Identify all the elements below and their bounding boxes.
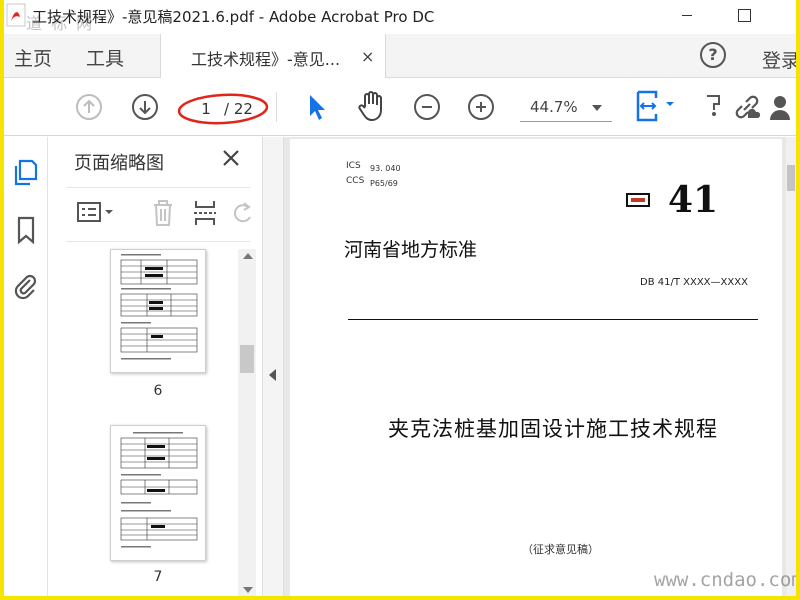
zoom-in-button[interactable] xyxy=(468,94,494,120)
window-title: 工技术规程》-意见稿2021.6.pdf - Adobe Acrobat Pro… xyxy=(32,8,435,26)
arrow-up-circle-icon xyxy=(83,99,95,113)
document-view: ICS 93. 040 CCS P65/69 41 河南省地方标准 DB 41/… xyxy=(284,137,796,596)
zoom-dropdown[interactable]: 44.7% xyxy=(520,94,612,122)
paperclip-icon[interactable] xyxy=(12,271,40,301)
ccs-label: CCS xyxy=(346,176,365,186)
horizontal-rule xyxy=(348,319,758,320)
scrollbar-thumb[interactable] xyxy=(240,345,254,373)
scroll-up-icon[interactable] xyxy=(243,253,253,259)
fit-page-icon[interactable] xyxy=(634,90,680,122)
plus-circle-icon xyxy=(476,102,486,112)
help-button[interactable]: ? xyxy=(700,42,726,68)
minimize-button[interactable] xyxy=(666,2,706,28)
standard-org: 河南省地方标准 xyxy=(344,239,478,261)
close-tab-icon[interactable]: × xyxy=(361,47,374,66)
user-icon[interactable] xyxy=(768,92,796,122)
minus-circle-icon xyxy=(422,106,432,108)
panel-title: 页面缩略图 xyxy=(74,153,164,174)
stamp-icon[interactable] xyxy=(704,92,724,122)
scroll-down-icon[interactable] xyxy=(243,587,253,593)
next-page-button[interactable] xyxy=(132,94,158,120)
options-menu-icon[interactable] xyxy=(76,199,116,227)
menu-home[interactable]: 主页 xyxy=(14,44,52,71)
document-tab-label: 工技术规程》-意见... xyxy=(191,50,341,69)
page-thumbnail[interactable] xyxy=(110,425,206,561)
thumbnail-preview xyxy=(120,254,198,360)
previous-page-button[interactable] xyxy=(76,94,102,120)
bookmark-icon[interactable] xyxy=(12,215,40,245)
menu-tools[interactable]: 工具 xyxy=(86,44,124,71)
login-button[interactable]: 登录 xyxy=(762,46,796,73)
ics-label: ICS xyxy=(346,161,361,171)
thumbnail-preview xyxy=(120,432,198,548)
divider xyxy=(66,187,250,188)
panel-splitter[interactable] xyxy=(262,137,284,596)
ics-value: 93. 040 xyxy=(370,164,401,173)
trash-icon[interactable] xyxy=(148,197,178,229)
menu-bar: 主页 工具 工技术规程》-意见... × ? 登录 xyxy=(4,34,796,78)
cursor-arrow-icon[interactable] xyxy=(304,92,328,122)
thumbnail-label: 7 xyxy=(153,569,163,585)
chevron-down-icon xyxy=(592,105,602,111)
zoom-out-button[interactable] xyxy=(414,94,440,120)
site-watermark: www.cndao.com xyxy=(654,569,796,591)
close-icon[interactable] xyxy=(220,147,242,169)
title-bar: 道 标 网 工技术规程》-意见稿2021.6.pdf - Adobe Acrob… xyxy=(4,0,796,33)
db-logo xyxy=(626,193,650,207)
rotate-icon[interactable] xyxy=(232,197,254,229)
navigation-rail xyxy=(4,137,48,596)
panel-toolbar xyxy=(66,195,256,231)
draft-note: （征求意见稿） xyxy=(522,543,599,556)
pdf-app-icon xyxy=(6,3,26,27)
collapse-panel-icon[interactable] xyxy=(269,369,276,381)
standard-number: 41 xyxy=(668,179,719,221)
document-title: 夹克法桩基加固设计施工技术规程 xyxy=(388,417,718,441)
scrollbar-thumb[interactable] xyxy=(787,165,795,191)
document-tab[interactable]: 工技术规程》-意见... × xyxy=(160,34,386,78)
standard-code: DB 41/T XXXX—XXXX xyxy=(640,277,748,288)
divider xyxy=(66,241,250,242)
thumbnail-panel: 页面缩略图 6 7 xyxy=(48,137,262,596)
thumbnail-scrollbar[interactable] xyxy=(238,249,256,596)
link-icon[interactable] xyxy=(732,92,762,122)
arrow-down-circle-icon xyxy=(139,101,151,115)
maximize-button[interactable] xyxy=(724,2,764,28)
toolbar-divider xyxy=(276,92,277,122)
app-window: 道 标 网 工技术规程》-意见稿2021.6.pdf - Adobe Acrob… xyxy=(4,0,796,596)
document-page: ICS 93. 040 CCS P65/69 41 河南省地方标准 DB 41/… xyxy=(290,139,782,596)
annotation-ellipse xyxy=(177,93,269,125)
toolbar: 1 / 22 44.7% xyxy=(4,78,796,136)
document-scrollbar[interactable] xyxy=(786,137,796,596)
hand-icon[interactable] xyxy=(356,90,386,122)
zoom-value: 44.7% xyxy=(530,98,578,116)
ccs-value: P65/69 xyxy=(370,179,398,188)
extract-page-icon[interactable] xyxy=(192,197,218,229)
page-thumbnail[interactable] xyxy=(110,249,206,373)
thumbnail-label: 6 xyxy=(153,383,163,399)
pages-icon[interactable] xyxy=(12,157,40,187)
